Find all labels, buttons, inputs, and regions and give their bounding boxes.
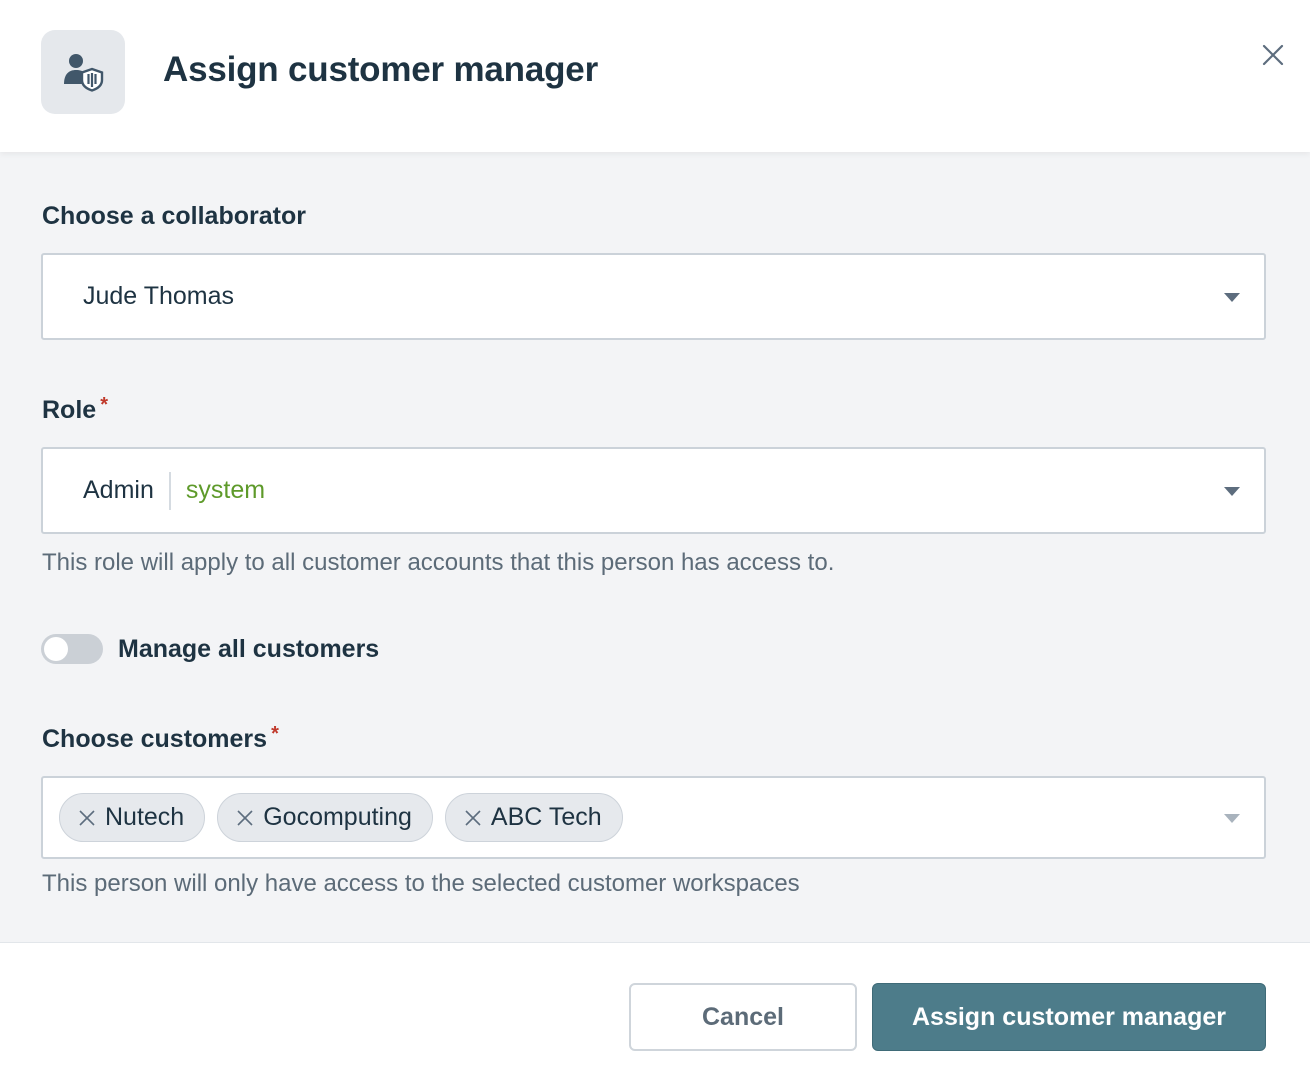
role-select[interactable]: Admin system <box>41 447 1266 534</box>
role-value: Admin system <box>83 449 265 532</box>
caret-down-icon <box>1224 292 1240 302</box>
required-mark: * <box>100 394 108 416</box>
role-label: Role * <box>42 394 108 425</box>
role-help-text: This role will apply to all customer acc… <box>42 549 835 576</box>
customers-label: Choose customers * <box>42 723 279 754</box>
collaborator-select[interactable]: Jude Thomas <box>41 253 1266 340</box>
collaborator-label: Choose a collaborator <box>42 202 306 230</box>
remove-chip-icon[interactable] <box>236 809 254 827</box>
chip-label: ABC Tech <box>490 803 602 831</box>
role-type-tag: system <box>185 476 266 504</box>
caret-down-icon <box>1224 813 1240 823</box>
dialog-body: Choose a collaborator Jude Thomas Role * … <box>0 152 1310 942</box>
manage-all-customers-toggle[interactable] <box>41 634 103 664</box>
assign-customer-manager-button[interactable]: Assign customer manager <box>872 983 1266 1051</box>
customer-chip: Nutech <box>59 793 206 842</box>
dialog-header: Assign customer manager <box>0 0 1310 152</box>
customers-multiselect[interactable]: Nutech Gocomputing ABC Tech <box>41 776 1266 859</box>
manage-all-customers-label: Manage all customers <box>118 634 380 663</box>
selected-customers: Nutech Gocomputing ABC Tech <box>59 778 623 857</box>
chip-label: Gocomputing <box>263 803 412 831</box>
assign-customer-manager-dialog: Assign customer manager Choose a collabo… <box>0 0 1310 1078</box>
required-mark: * <box>271 723 279 745</box>
dialog-title: Assign customer manager <box>163 50 598 89</box>
customer-chip: ABC Tech <box>444 793 623 842</box>
dialog-footer: Cancel Assign customer manager <box>0 942 1310 1078</box>
role-label-text: Role <box>42 396 97 424</box>
cancel-button[interactable]: Cancel <box>629 983 857 1051</box>
customers-help-text: This person will only have access to the… <box>42 870 800 897</box>
remove-chip-icon[interactable] <box>78 809 96 827</box>
caret-down-icon <box>1224 486 1240 496</box>
close-icon <box>1262 44 1284 66</box>
remove-chip-icon[interactable] <box>464 809 482 827</box>
customers-label-text: Choose customers <box>42 725 268 753</box>
toggle-knob <box>44 637 68 661</box>
close-button[interactable] <box>1258 40 1288 70</box>
customer-chip: Gocomputing <box>217 793 433 842</box>
user-shield-icon <box>41 30 125 114</box>
collaborator-value: Jude Thomas <box>83 282 235 310</box>
role-divider <box>168 471 171 510</box>
chip-label: Nutech <box>105 803 185 831</box>
role-name: Admin <box>83 476 154 504</box>
